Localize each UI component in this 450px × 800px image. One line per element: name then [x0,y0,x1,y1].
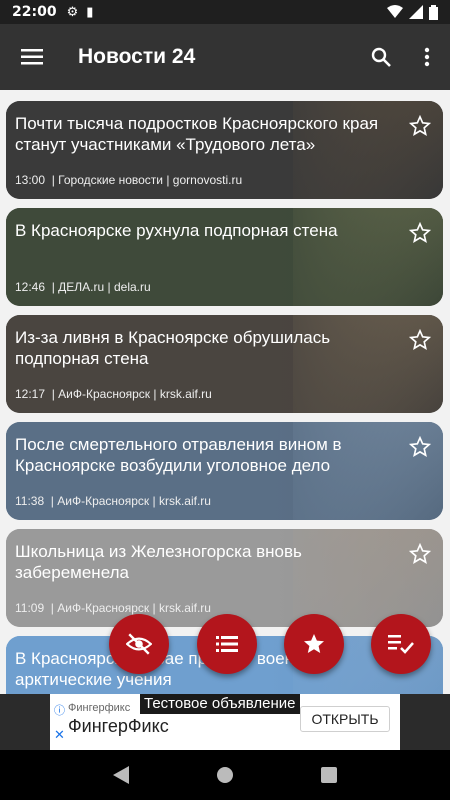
news-card[interactable]: Почти тысяча подростков Красноярского кр… [6,101,443,199]
star-icon [304,634,324,653]
favorite-star-icon[interactable] [409,115,431,137]
news-meta: 13:00 | Городские новости | gornovosti.r… [15,173,243,187]
ad-info-icon[interactable]: ⓘ [54,702,65,718]
status-bar: 22:00 ⚙ ▮ [0,0,450,24]
recents-icon[interactable] [320,767,337,783]
favorite-star-icon[interactable] [409,329,431,351]
favorite-star-icon[interactable] [409,222,431,244]
news-card[interactable]: После смертельного отравления вином в Кр… [6,422,443,520]
checklist-icon [388,635,414,654]
favorite-star-icon[interactable] [409,436,431,458]
ad-name: ФингерФикс [68,716,169,736]
system-nav-bar [0,750,450,800]
news-headline: Школьница из Железногорска вновь заберем… [15,542,302,582]
eye-off-icon [126,633,152,655]
favorite-star-icon[interactable] [409,543,431,565]
status-time: 22:00 [12,4,57,20]
news-meta: 11:09 | АиФ-Красноярск | krsk.aif.ru [15,601,211,615]
list-view-button[interactable] [197,614,257,674]
home-icon[interactable] [216,766,234,784]
app-bar: Новости 24 [0,24,450,90]
settings-gear-icon: ⚙ [66,4,79,20]
news-meta: 11:38 | АиФ-Красноярск | krsk.aif.ru [15,494,211,508]
list-icon [216,636,238,652]
news-meta: 12:17 | АиФ-Красноярск | krsk.aif.ru [15,387,212,401]
news-feed[interactable]: Почти тысяча подростков Красноярского кр… [0,90,450,694]
news-meta: 12:46 | ДЕЛА.ru | dela.ru [15,280,151,294]
ad-close-icon[interactable]: ✕ [54,728,65,743]
news-card[interactable]: Школьница из Железногорска вновь заберем… [6,529,443,627]
search-button[interactable] [358,47,404,67]
ad-test-label: Тестовое объявление [140,694,300,714]
overflow-menu-button[interactable] [404,47,450,67]
ad-open-button[interactable]: ОТКРЫТЬ [300,706,390,732]
mark-read-button[interactable] [371,614,431,674]
news-headline: Почти тысяча подростков Красноярского кр… [15,114,379,154]
more-vertical-icon [424,47,430,67]
signal-icon [409,5,423,19]
news-headline: В Красноярске рухнула подпорная стена [15,221,338,240]
sd-card-icon: ▮ [86,4,94,20]
hamburger-menu-icon [21,49,43,65]
wifi-icon [387,5,403,18]
news-headline: После смертельного отравления вином в Кр… [15,435,342,475]
favorites-button[interactable] [284,614,344,674]
battery-icon [429,4,438,20]
news-card[interactable]: В Красноярске рухнула подпорная стена 12… [6,208,443,306]
back-icon[interactable] [113,766,130,784]
search-icon [371,47,391,67]
ad-advertiser: Фингерфикс [68,702,131,714]
news-headline: Из-за ливня в Красноярске обрушилась под… [15,328,331,368]
news-card[interactable]: Из-за ливня в Красноярске обрушилась под… [6,315,443,413]
menu-button[interactable] [0,49,64,65]
app-title: Новости 24 [78,45,196,68]
hide-read-button[interactable] [109,614,169,674]
